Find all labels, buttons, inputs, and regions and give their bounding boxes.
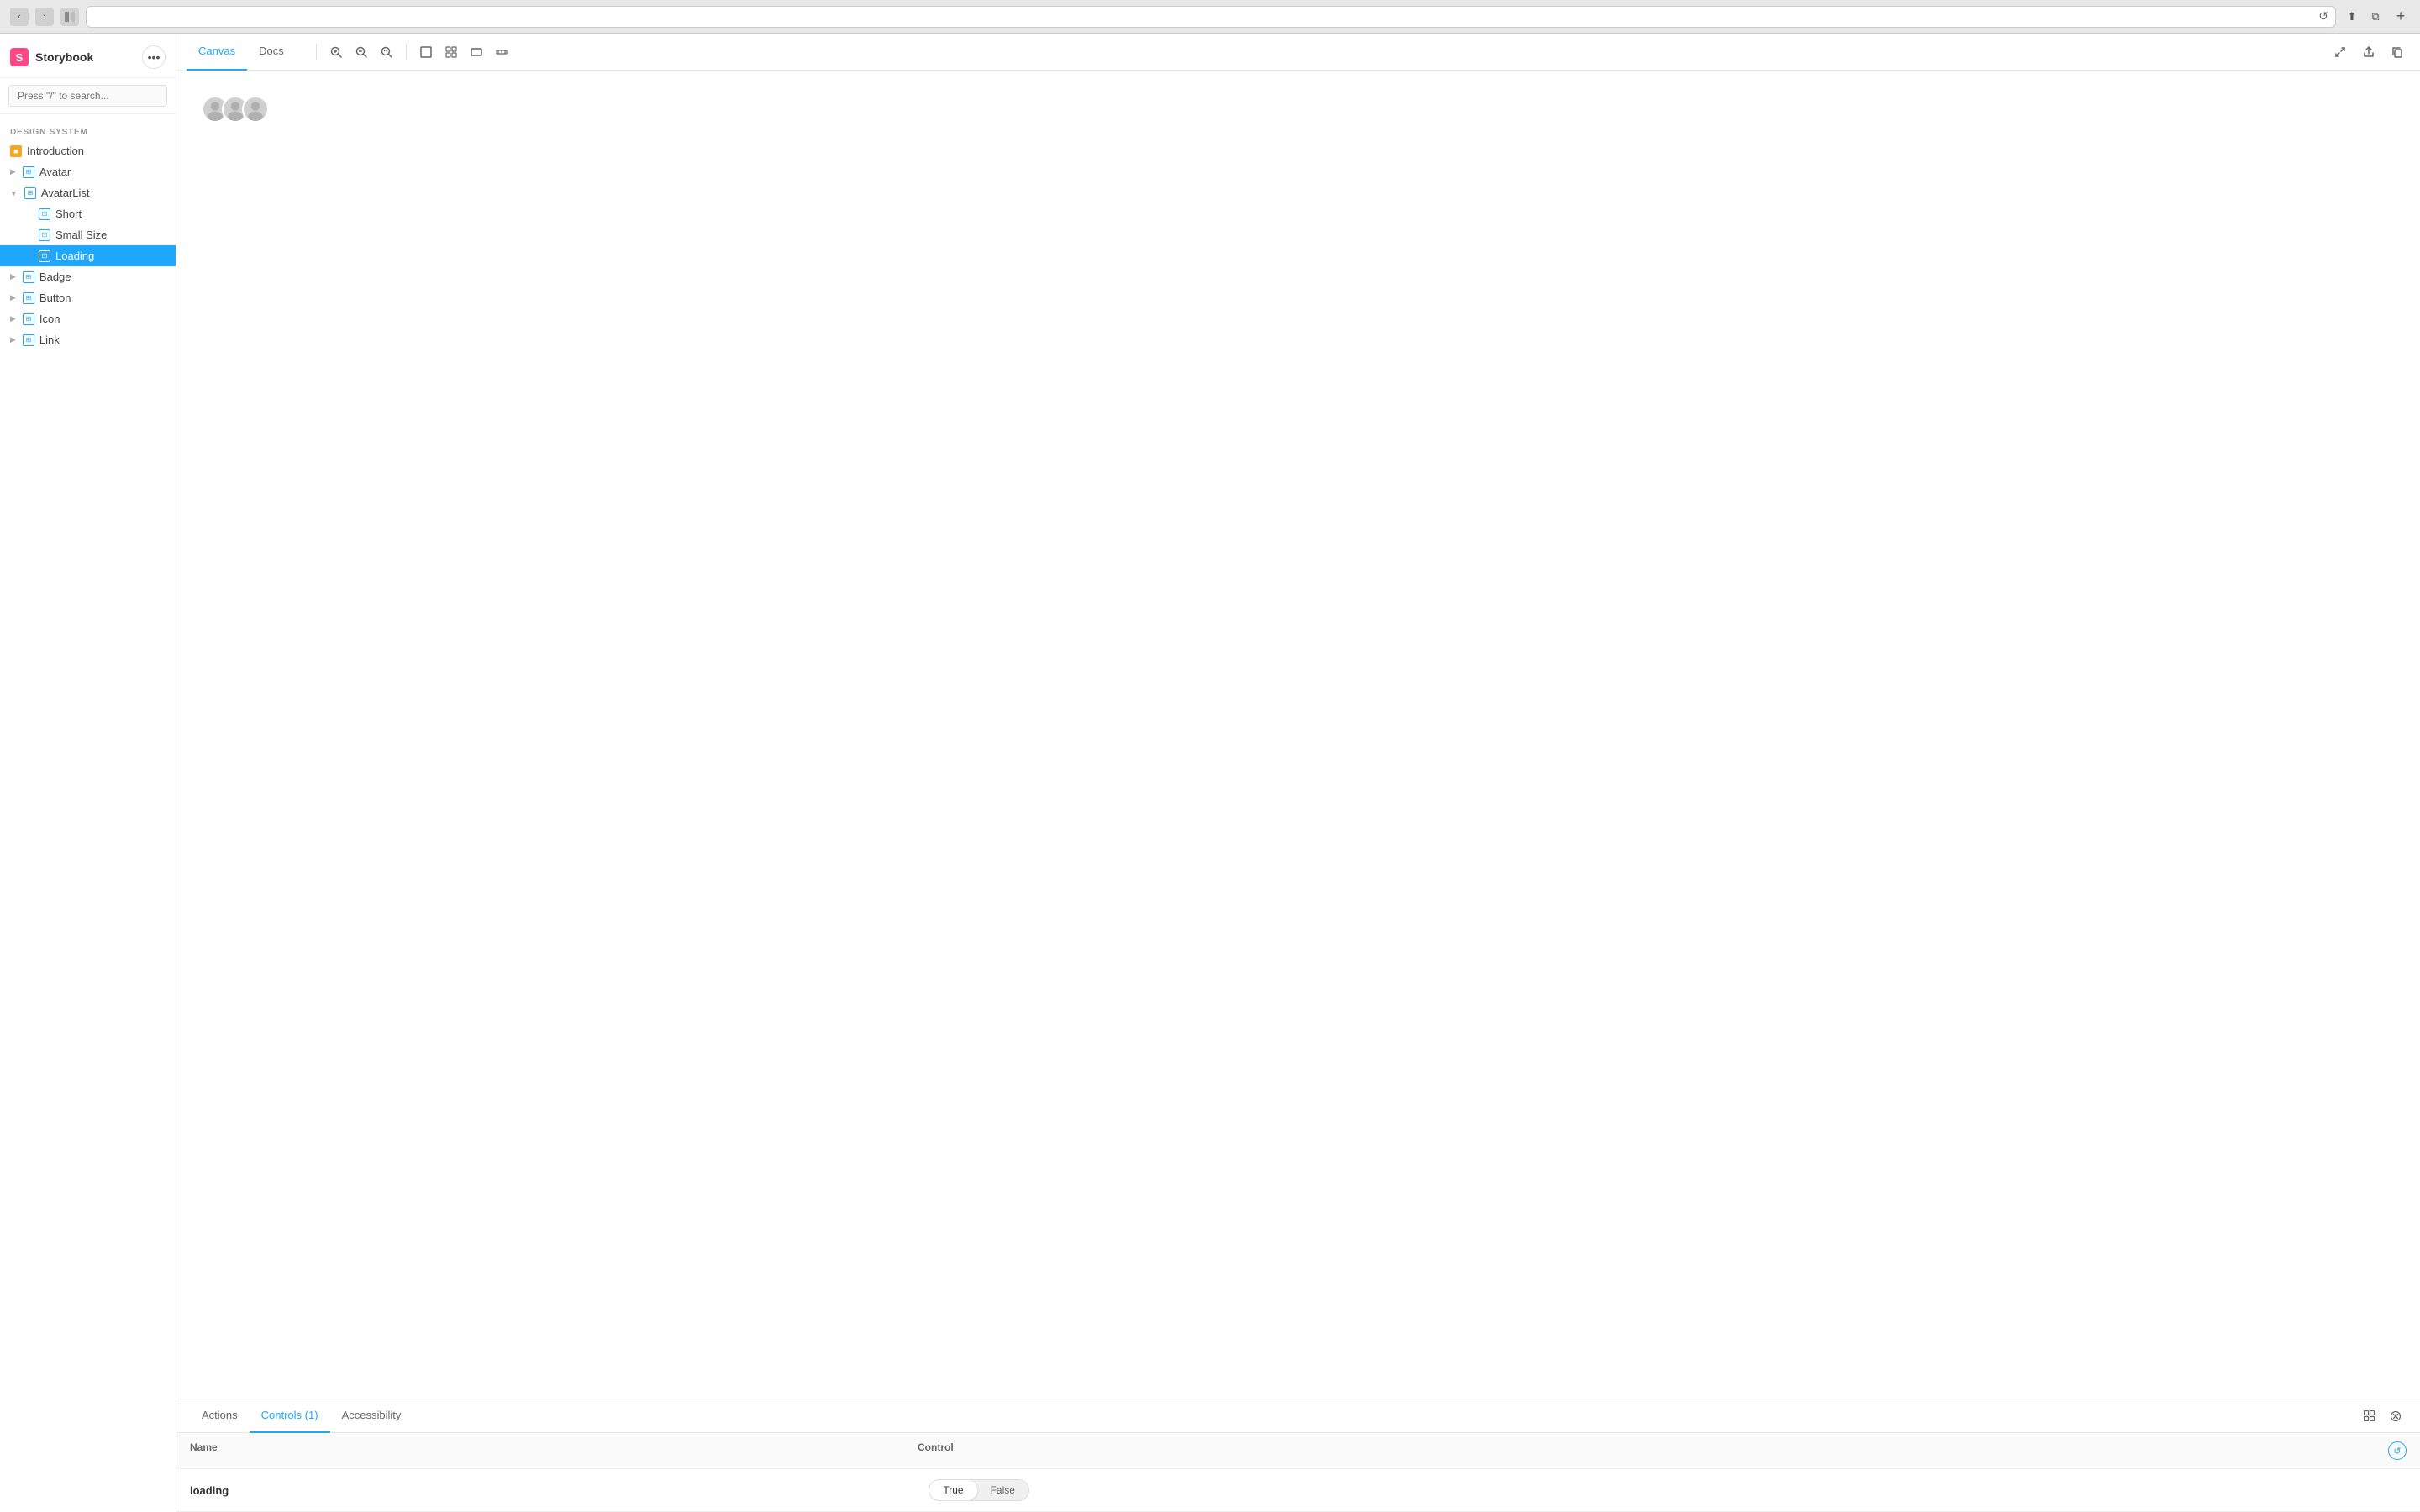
expand-icon: ▼ — [10, 189, 18, 197]
sidebar-item-label: AvatarList — [41, 186, 90, 199]
toolbar-tabs: Canvas Docs — [187, 34, 296, 71]
sidebar-item-link[interactable]: ▶ ⊞ Link — [0, 329, 176, 350]
copy-canvas-button[interactable] — [2385, 39, 2410, 65]
browser-chrome: ‹ › localhost ↺ ⬆ ⧉ + — [0, 0, 2420, 34]
sidebar-item-label: Avatar — [39, 165, 71, 178]
duplicate-button[interactable]: ⧉ — [2366, 8, 2385, 26]
expand-icon: ▶ — [10, 314, 16, 323]
controls-header-actions: ↺ — [2373, 1441, 2407, 1460]
tab-docs[interactable]: Docs — [247, 34, 296, 71]
controls-row-loading: loading True False — [176, 1469, 2420, 1512]
component-icon: ⊞ — [23, 271, 34, 283]
component-icon: ⊞ — [23, 166, 34, 178]
component-icon: ⊞ — [23, 313, 34, 325]
storybook-logo-icon: S — [10, 48, 29, 66]
avatar — [242, 96, 269, 123]
reload-controls-button[interactable]: ↺ — [2388, 1441, 2407, 1460]
panel-close-button[interactable] — [2385, 1405, 2407, 1427]
sidebar-menu-button[interactable]: ••• — [142, 45, 166, 69]
app-container: S Storybook ••• DESIGN SYSTEM ■ Introduc… — [0, 34, 2420, 1512]
sidebar-item-label: Loading — [55, 249, 94, 262]
sidebar-item-short[interactable]: ⊡ Short — [0, 203, 176, 224]
sidebar-header: S Storybook ••• — [0, 34, 176, 78]
view-grid-button[interactable] — [439, 39, 464, 65]
sidebar-toggle-button[interactable] — [60, 8, 79, 26]
main-content: Canvas Docs — [176, 34, 2420, 1512]
sidebar-item-avatarlist[interactable]: ▼ ⊞ AvatarList — [0, 182, 176, 203]
panel-grid-button[interactable] — [2358, 1405, 2380, 1427]
expand-icon: ▶ — [10, 335, 16, 344]
controls-table: Name Control ↺ loading True False — [176, 1433, 2420, 1512]
canvas-area — [176, 71, 2420, 1399]
zoom-out-button[interactable] — [349, 39, 374, 65]
sidebar: S Storybook ••• DESIGN SYSTEM ■ Introduc… — [0, 34, 176, 1512]
view-outline-button[interactable] — [464, 39, 489, 65]
zoom-reset-button[interactable] — [374, 39, 399, 65]
toolbar: Canvas Docs — [176, 34, 2420, 71]
nav-section-label: DESIGN SYSTEM — [0, 121, 176, 140]
toggle-false-button[interactable]: False — [977, 1480, 1028, 1500]
measure-button[interactable] — [489, 39, 514, 65]
canvas-preview — [193, 87, 2403, 131]
sidebar-item-button[interactable]: ▶ ⊞ Button — [0, 287, 176, 308]
sidebar-item-label: Icon — [39, 312, 60, 325]
expand-icon: ▶ — [10, 167, 16, 176]
panel-tabs: Actions Controls (1) Accessibility — [176, 1399, 2420, 1433]
tab-canvas[interactable]: Canvas — [187, 34, 247, 71]
boolean-toggle: True False — [929, 1479, 1029, 1501]
doc-icon: ■ — [10, 145, 22, 157]
tab-actions[interactable]: Actions — [190, 1399, 250, 1433]
sidebar-item-icon[interactable]: ▶ ⊞ Icon — [0, 308, 176, 329]
url-input[interactable]: localhost — [93, 11, 2318, 23]
component-icon: ⊞ — [23, 292, 34, 304]
story-icon: ⊡ — [39, 229, 50, 241]
view-single-button[interactable] — [413, 39, 439, 65]
sidebar-item-label: Badge — [39, 270, 71, 283]
sidebar-item-label: Short — [55, 207, 82, 220]
storybook-logo-text: Storybook — [35, 50, 93, 64]
back-button[interactable]: ‹ — [10, 8, 29, 26]
storybook-logo: S Storybook — [10, 48, 93, 66]
sidebar-nav: DESIGN SYSTEM ■ Introduction ▶ ⊞ Avatar … — [0, 114, 176, 1512]
expand-icon: ▶ — [10, 272, 16, 281]
tab-controls[interactable]: Controls (1) — [250, 1399, 330, 1433]
zoom-in-button[interactable] — [324, 39, 349, 65]
story-icon-active: ⊡ — [39, 250, 50, 262]
component-icon: ⊞ — [23, 334, 34, 346]
sidebar-item-label: Small Size — [55, 228, 107, 241]
panel-tab-actions — [2358, 1405, 2407, 1427]
toolbar-right — [2328, 39, 2410, 65]
component-icon: ⊞ — [24, 187, 36, 199]
controls-header-control: Control — [918, 1441, 2373, 1460]
sidebar-item-label: Button — [39, 291, 71, 304]
control-toggle-loading: True False — [929, 1479, 2407, 1501]
control-name-loading: loading — [190, 1484, 929, 1497]
new-tab-button[interactable]: + — [2391, 8, 2410, 26]
sidebar-search — [0, 78, 176, 114]
tab-accessibility[interactable]: Accessibility — [330, 1399, 413, 1433]
sidebar-item-introduction[interactable]: ■ Introduction — [0, 140, 176, 161]
controls-header-name: Name — [190, 1441, 918, 1460]
story-icon: ⊡ — [39, 208, 50, 220]
share-button[interactable]: ⬆ — [2343, 8, 2361, 26]
sidebar-item-label: Link — [39, 333, 60, 346]
sidebar-item-avatar[interactable]: ▶ ⊞ Avatar — [0, 161, 176, 182]
toolbar-divider — [316, 44, 317, 60]
reload-button[interactable]: ↺ — [2318, 9, 2328, 24]
expand-button[interactable] — [2328, 39, 2353, 65]
share-canvas-button[interactable] — [2356, 39, 2381, 65]
address-bar[interactable]: localhost ↺ — [86, 6, 2336, 28]
sidebar-item-label: Introduction — [27, 144, 84, 157]
toggle-true-button[interactable]: True — [929, 1480, 976, 1500]
toolbar-divider-2 — [406, 44, 407, 60]
sidebar-item-loading[interactable]: ⊡ Loading — [0, 245, 176, 266]
forward-button[interactable]: › — [35, 8, 54, 26]
search-input[interactable] — [8, 85, 167, 107]
sidebar-item-smallsize[interactable]: ⊡ Small Size — [0, 224, 176, 245]
sidebar-item-badge[interactable]: ▶ ⊞ Badge — [0, 266, 176, 287]
bottom-panel: Actions Controls (1) Accessibility — [176, 1399, 2420, 1512]
avatar-group — [202, 96, 269, 123]
expand-icon: ▶ — [10, 293, 16, 302]
controls-header: Name Control ↺ — [176, 1433, 2420, 1469]
